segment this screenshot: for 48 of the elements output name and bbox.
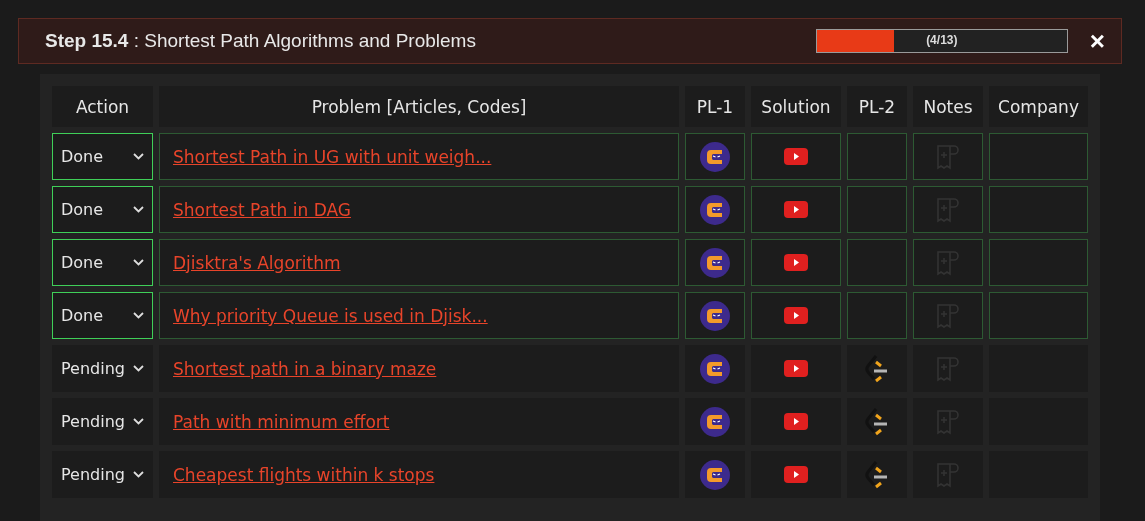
status-dropdown[interactable]: Pending bbox=[52, 451, 153, 498]
problem-link[interactable]: Cheapest flights within k stops bbox=[173, 464, 435, 485]
problem-link[interactable]: Djisktra's Algorithm bbox=[173, 252, 341, 273]
chevron-down-icon bbox=[133, 365, 144, 372]
column-header: Company bbox=[989, 86, 1088, 127]
video-play-icon[interactable] bbox=[784, 254, 808, 271]
progress-label: (4/13) bbox=[926, 33, 958, 47]
ninja-logo-icon[interactable] bbox=[700, 247, 730, 278]
column-header: Notes bbox=[913, 86, 983, 127]
close-button[interactable]: × bbox=[1085, 28, 1109, 54]
chevron-down-icon bbox=[133, 206, 144, 213]
column-header: PL-1 bbox=[685, 86, 745, 127]
status-dropdown[interactable]: Pending bbox=[52, 345, 153, 392]
step-title: Step 15.4 : Shortest Path Algorithms and Problems bbox=[45, 30, 477, 52]
ninja-logo-icon[interactable] bbox=[700, 459, 730, 490]
problem-link[interactable]: Path with minimum effort bbox=[173, 411, 390, 432]
problem-link[interactable]: Shortest Path in DAG bbox=[173, 199, 351, 220]
status-dropdown[interactable]: Done bbox=[52, 292, 153, 339]
problem-link[interactable]: Shortest path in a binary maze bbox=[173, 358, 437, 379]
column-header: Problem [Articles, Codes] bbox=[159, 86, 679, 127]
status-dropdown[interactable]: Done bbox=[52, 239, 153, 286]
ninja-logo-icon[interactable] bbox=[700, 406, 730, 437]
column-header: PL-2 bbox=[847, 86, 907, 127]
chevron-down-icon bbox=[133, 259, 144, 266]
chevron-down-icon bbox=[133, 312, 144, 319]
code-logo-icon[interactable] bbox=[864, 406, 890, 437]
code-logo-icon[interactable] bbox=[864, 353, 890, 384]
ninja-logo-icon[interactable] bbox=[700, 194, 730, 225]
video-play-icon[interactable] bbox=[784, 307, 808, 324]
chevron-down-icon bbox=[133, 418, 144, 425]
problem-link[interactable]: Why priority Queue is used in Djisk... bbox=[173, 305, 488, 326]
ninja-logo-icon[interactable] bbox=[700, 141, 730, 172]
video-play-icon[interactable] bbox=[784, 360, 808, 377]
chevron-down-icon bbox=[133, 471, 144, 478]
video-play-icon[interactable] bbox=[784, 201, 808, 218]
video-play-icon[interactable] bbox=[784, 148, 808, 165]
column-header: Action bbox=[52, 86, 153, 127]
status-dropdown[interactable]: Done bbox=[52, 133, 153, 180]
video-play-icon[interactable] bbox=[784, 413, 808, 430]
code-logo-icon[interactable] bbox=[864, 459, 890, 490]
status-dropdown[interactable]: Done bbox=[52, 186, 153, 233]
video-play-icon[interactable] bbox=[784, 466, 808, 483]
status-dropdown[interactable]: Pending bbox=[52, 398, 153, 445]
ninja-logo-icon[interactable] bbox=[700, 300, 730, 331]
chevron-down-icon bbox=[133, 153, 144, 160]
column-header: Solution bbox=[751, 86, 841, 127]
ninja-logo-icon[interactable] bbox=[700, 353, 730, 384]
problem-link[interactable]: Shortest Path in UG with unit weigh... bbox=[173, 146, 492, 167]
